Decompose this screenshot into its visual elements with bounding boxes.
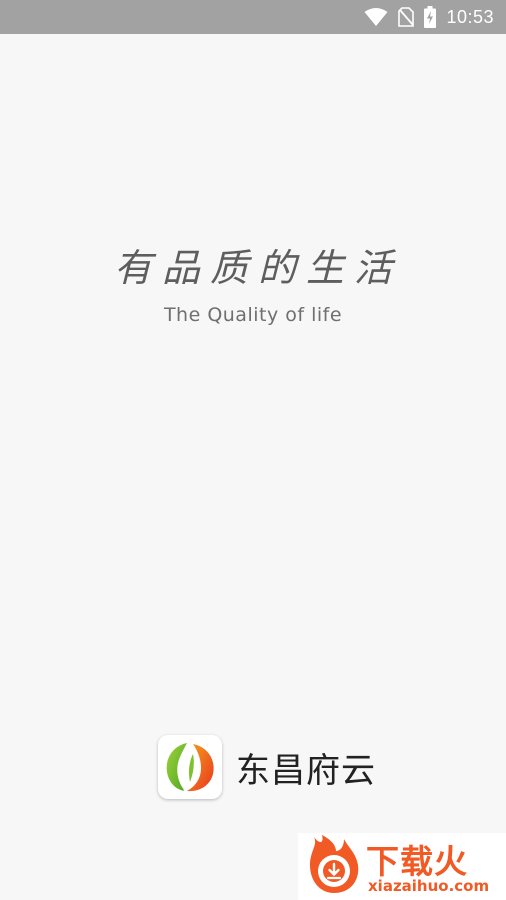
app-brand: 东昌府云 [158,735,376,799]
watermark-title: 下载火 [366,842,468,881]
watermark-url: xiazaihuo.com [368,877,490,895]
status-icons: 10:53 [364,0,494,34]
splash-screen: 10:53 有品质的生活 The Quality of life 东昌府云 下载… [0,0,506,900]
slogan: 有品质的生活 The Quality of life [0,242,506,326]
fire-download-icon [300,833,364,900]
app-name: 东昌府云 [236,750,376,791]
slogan-chinese: 有品质的生活 [113,246,402,290]
no-sim-icon [398,7,415,27]
status-bar: 10:53 [0,0,506,34]
leaf-logo-icon [158,735,222,799]
slogan-english: The Quality of life [163,304,343,326]
wifi-icon [364,7,388,27]
status-time: 10:53 [446,6,494,27]
watermark: 下载火 xiazaihuo.com [298,833,506,900]
battery-charging-icon [424,6,437,28]
